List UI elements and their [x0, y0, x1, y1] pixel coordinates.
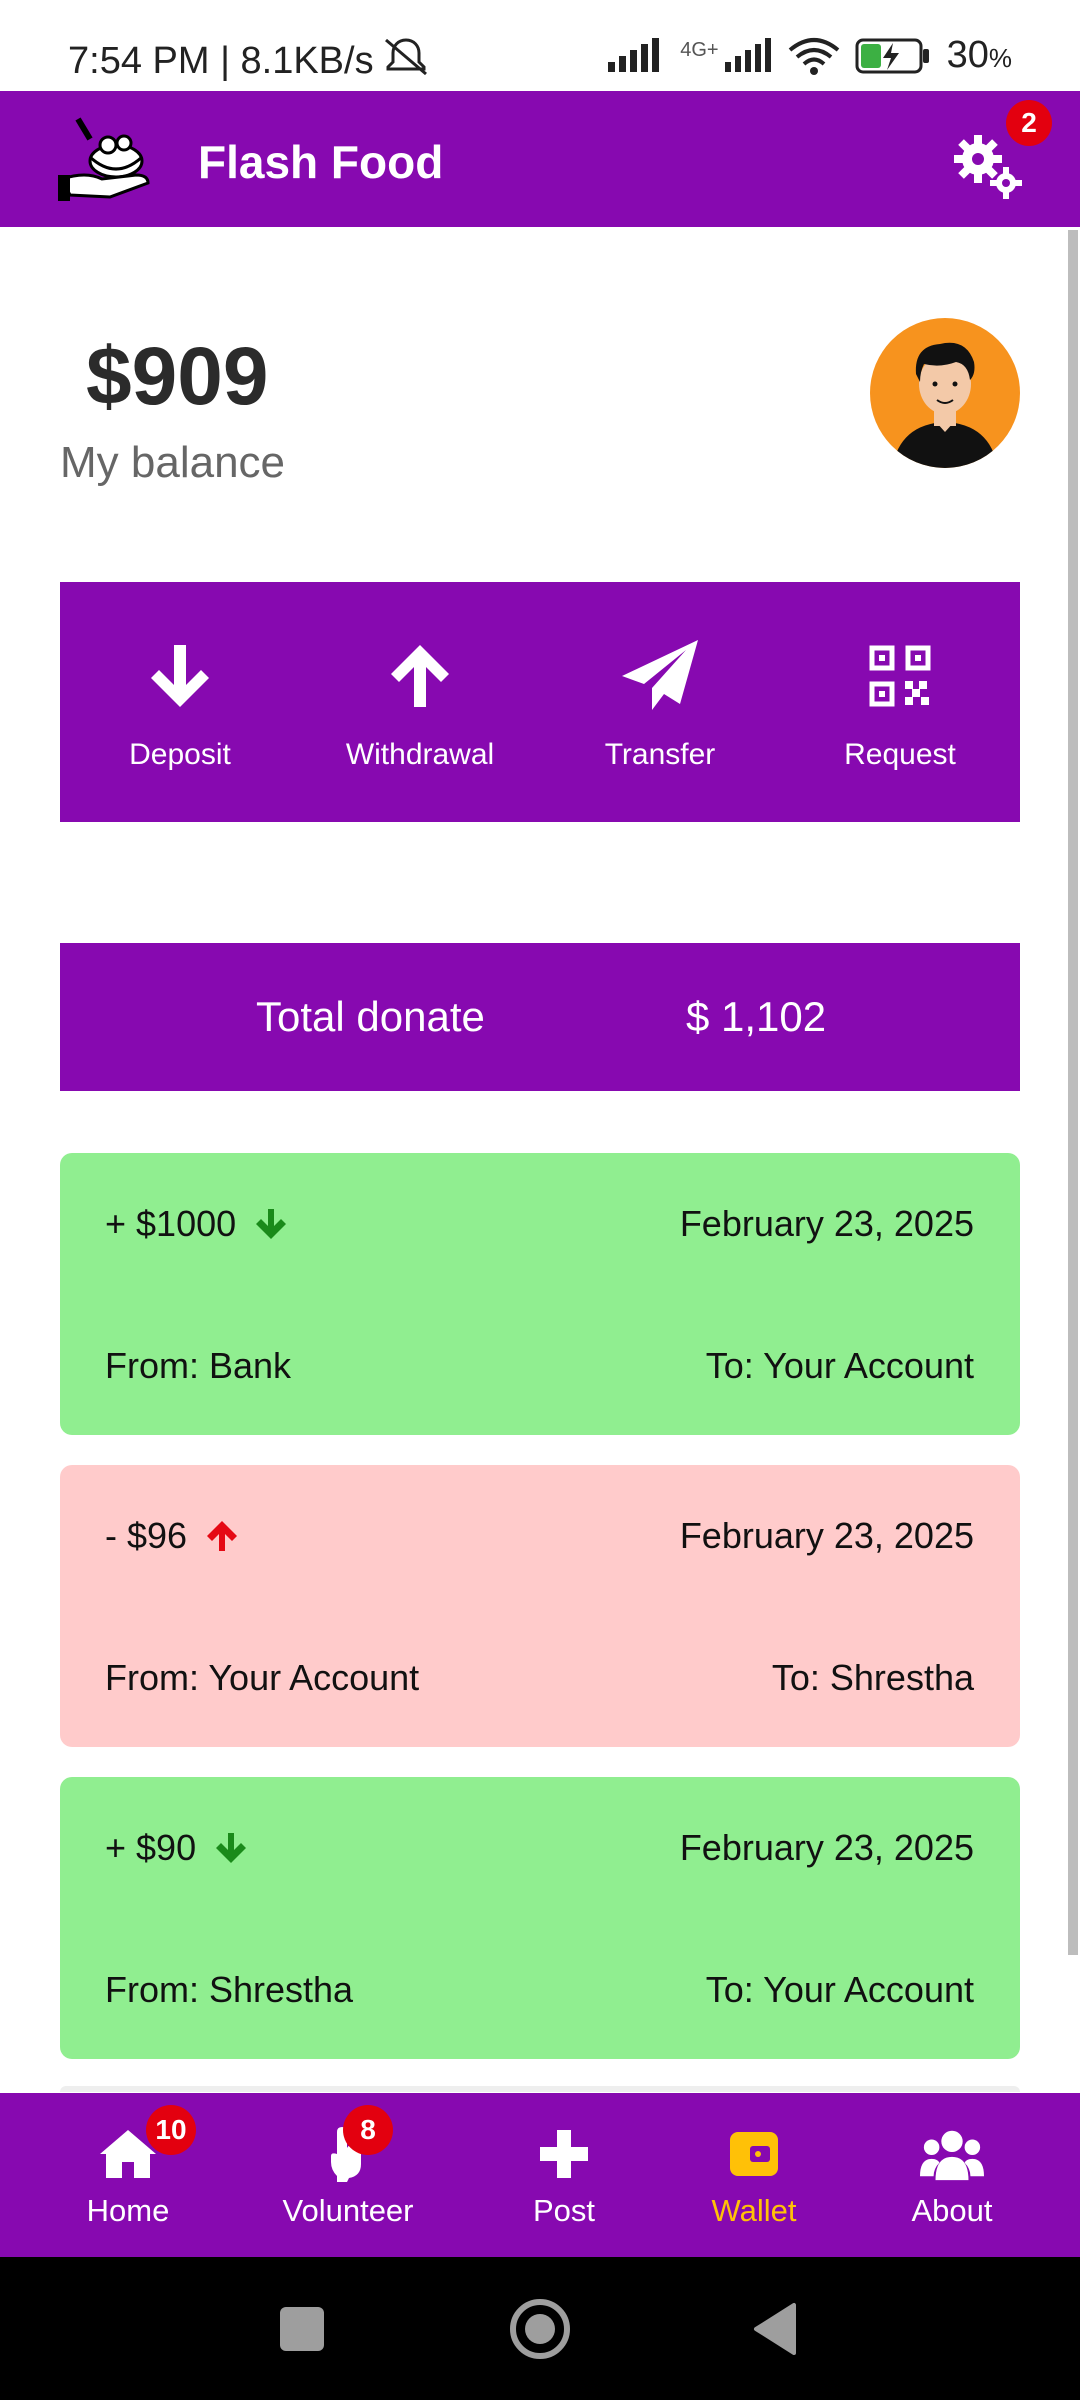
transaction-card[interactable]: - $96 February 23, 2025 From: Your Accou… — [60, 1465, 1020, 1747]
transaction-to: To: Your Account — [705, 1969, 974, 2010]
signal-icon — [608, 37, 660, 72]
recent-apps-button[interactable] — [280, 2307, 324, 2351]
arrow-down-icon — [140, 636, 220, 716]
avatar[interactable] — [870, 318, 1020, 468]
transaction-amount: - $96 — [105, 1515, 239, 1557]
triangle-back-icon — [754, 2303, 796, 2355]
battery-percent-value: 30 — [946, 34, 989, 76]
scrollbar[interactable] — [1068, 230, 1078, 1955]
transaction-amount-text: + $1000 — [105, 1203, 237, 1244]
request-label: Request — [844, 738, 956, 771]
transaction-card[interactable]: + $1000 February 23, 2025 From: Bank To:… — [60, 1153, 1020, 1435]
qr-code-icon — [860, 636, 940, 716]
settings-notification-badge: 2 — [1006, 100, 1052, 146]
transaction-card[interactable]: + $90 February 23, 2025 From: Shrestha T… — [60, 1777, 1020, 2059]
arrow-down-icon — [216, 1833, 247, 1863]
network-type-icon: 4G+ — [680, 37, 772, 74]
transaction-date: February 23, 2025 — [679, 1515, 974, 1556]
nav-volunteer-label: Volunteer — [282, 2193, 414, 2228]
transaction-amount: + $90 — [105, 1827, 248, 1869]
transaction-amount-text: + $90 — [105, 1827, 197, 1868]
deposit-button[interactable]: Deposit — [60, 582, 300, 822]
transaction-from: From: Bank — [105, 1345, 292, 1386]
request-button[interactable]: Request — [780, 582, 1020, 822]
mute-icon — [382, 36, 430, 86]
transfer-button[interactable]: Transfer — [540, 582, 780, 822]
nav-wallet-label: Wallet — [711, 2193, 797, 2228]
transaction-date: February 23, 2025 — [679, 1203, 974, 1244]
users-icon — [920, 2125, 984, 2183]
transaction-from: From: Shrestha — [105, 1969, 354, 2010]
transaction-amount-text: - $96 — [105, 1515, 188, 1556]
battery-percent-unit: % — [988, 43, 1012, 73]
status-time-text: 7:54 PM | 8.1KB/s — [68, 39, 374, 82]
home-notification-badge: 10 — [146, 2105, 196, 2155]
home-button[interactable] — [508, 2297, 572, 2361]
balance-label: My balance — [60, 438, 286, 487]
wifi-icon — [788, 37, 839, 75]
nav-about[interactable]: About — [872, 2093, 1032, 2257]
nav-post[interactable]: Post — [484, 2093, 644, 2257]
withdrawal-button[interactable]: Withdrawal — [300, 582, 540, 822]
circle-home-icon — [510, 2299, 570, 2359]
arrow-up-icon — [380, 636, 460, 716]
balance-amount: $909 — [86, 331, 269, 422]
status-icons: 4G+ 30% — [606, 34, 1012, 77]
nav-about-label: About — [911, 2193, 993, 2228]
paper-plane-icon — [620, 636, 700, 716]
total-donate-value: $ 1,102 — [686, 993, 827, 1040]
arrow-down-icon — [256, 1209, 287, 1239]
flash-food-logo — [56, 109, 156, 209]
nav-home-label: Home — [86, 2193, 170, 2228]
transaction-from: From: Your Account — [105, 1657, 420, 1698]
transaction-date: February 23, 2025 — [679, 1827, 974, 1868]
status-time: 7:54 PM | 8.1KB/s — [68, 36, 430, 86]
nav-wallet[interactable]: Wallet — [674, 2093, 834, 2257]
transaction-amount: + $1000 — [105, 1203, 288, 1245]
bottom-navigation: Home 10 Volunteer 8 Post Wallet About — [0, 2093, 1080, 2257]
wallet-actions: Deposit Withdrawal Transfer Request — [60, 582, 1020, 822]
status-bar: 7:54 PM | 8.1KB/s 4G+ 30% — [0, 0, 1080, 91]
volunteer-notification-badge: 8 — [343, 2105, 393, 2155]
battery-charging-icon — [855, 38, 929, 73]
system-navigation-bar — [0, 2257, 1080, 2400]
profile-avatar-icon — [871, 319, 1019, 468]
transaction-to: To: Shrestha — [771, 1657, 974, 1698]
total-donate-card: Total donate $ 1,102 — [60, 943, 1020, 1091]
app-title: Flash Food — [198, 136, 444, 188]
arrow-up-icon — [207, 1521, 238, 1551]
total-donate-label: Total donate — [256, 993, 485, 1040]
transaction-card-peek — [60, 2086, 1020, 2092]
network-type-label: 4G+ — [680, 38, 719, 61]
withdrawal-label: Withdrawal — [345, 738, 495, 771]
back-button[interactable] — [752, 2301, 798, 2357]
nav-post-label: Post — [532, 2193, 596, 2228]
transaction-to: To: Your Account — [705, 1345, 974, 1386]
battery-percent: 30% — [947, 34, 1012, 77]
plus-icon — [532, 2125, 596, 2183]
transfer-label: Transfer — [604, 738, 716, 771]
app-screen: 7:54 PM | 8.1KB/s 4G+ 30% Flash Food 2 $… — [0, 0, 1080, 2400]
wallet-icon — [722, 2125, 786, 2183]
app-bar: Flash Food — [0, 91, 1080, 227]
deposit-label: Deposit — [129, 738, 231, 771]
